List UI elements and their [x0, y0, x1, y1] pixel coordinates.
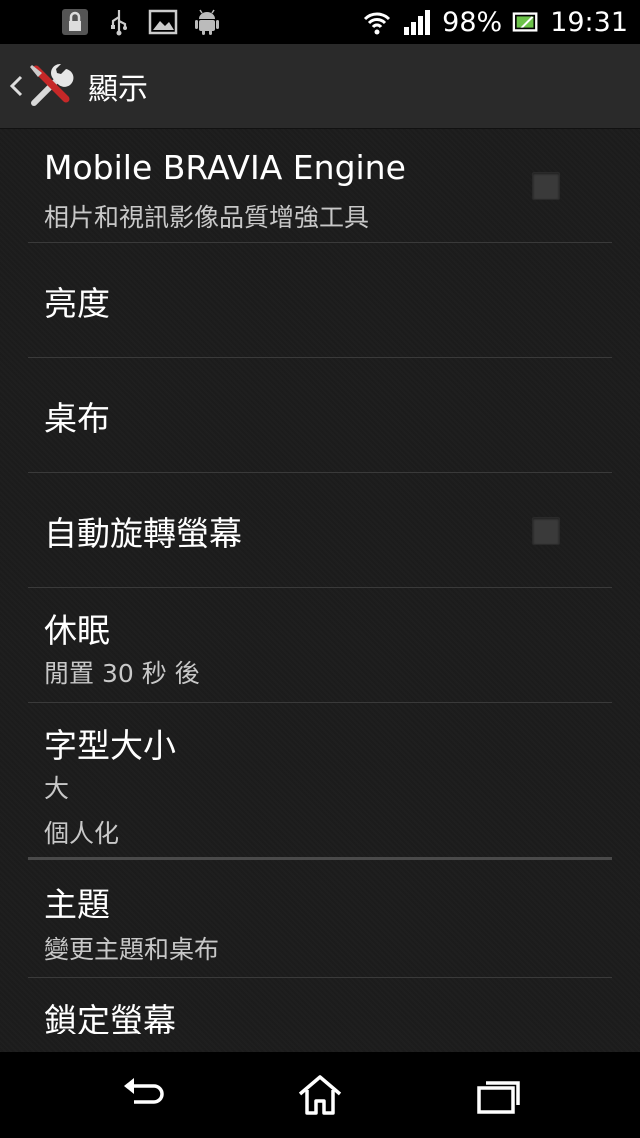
picture-icon	[148, 9, 178, 35]
system-status: 98% 19:31	[362, 7, 640, 38]
setting-summary: 閒置 30 秒 後	[44, 659, 200, 688]
setting-title: 字型大小	[44, 726, 176, 765]
battery-charging-icon	[512, 12, 538, 32]
setting-mobile-bravia-engine[interactable]: Mobile BRAVIA Engine 相片和視訊影像品質增強工具	[28, 128, 612, 243]
section-title: 個人化	[44, 819, 120, 848]
setting-summary: 變更主題和桌布	[44, 935, 220, 964]
setting-title: 亮度	[44, 284, 110, 323]
setting-wallpaper[interactable]: 桌布	[28, 358, 612, 473]
settings-list: Mobile BRAVIA Engine 相片和視訊影像品質增強工具 亮度 桌布…	[28, 128, 612, 1034]
action-bar: 顯示	[0, 44, 640, 129]
setting-title: 桌布	[44, 399, 110, 438]
setting-auto-rotate[interactable]: 自動旋轉螢幕	[28, 473, 612, 588]
settings-screen: 98% 19:31 顯示 Mobile BRAVIA Engine 相片和視訊影…	[0, 0, 640, 1138]
up-chevron-icon[interactable]	[8, 71, 24, 101]
setting-themes[interactable]: 主題 變更主題和桌布	[28, 860, 612, 978]
battery-percent: 98%	[442, 6, 503, 38]
signal-icon	[404, 10, 431, 35]
setting-sleep[interactable]: 休眠 閒置 30 秒 後	[28, 588, 612, 703]
setting-title: 自動旋轉螢幕	[44, 514, 242, 553]
setting-summary: 相片和視訊影像品質增強工具	[44, 203, 370, 232]
recents-icon[interactable]	[474, 1072, 524, 1118]
setting-title: 鎖定螢幕	[44, 1001, 176, 1034]
status-bar: 98% 19:31	[0, 0, 640, 44]
auto-rotate-checkbox[interactable]	[532, 517, 560, 545]
tools-icon[interactable]	[26, 61, 76, 111]
setting-brightness[interactable]: 亮度	[28, 243, 612, 358]
home-icon[interactable]	[295, 1072, 345, 1118]
setting-title: 休眠	[44, 611, 110, 650]
page-title: 顯示	[88, 72, 148, 107]
bravia-checkbox[interactable]	[532, 172, 560, 200]
setting-lock-screen[interactable]: 鎖定螢幕	[28, 978, 612, 1034]
section-header-personalization: 個人化	[28, 808, 612, 860]
notification-icons	[0, 7, 222, 37]
clock: 19:31	[550, 6, 628, 38]
wifi-icon	[364, 12, 391, 35]
navigation-bar	[0, 1052, 640, 1138]
usb-icon	[111, 10, 127, 36]
setting-font-size[interactable]: 字型大小 大	[28, 703, 612, 808]
lock-icon	[62, 9, 88, 35]
setting-summary: 大	[44, 774, 70, 803]
android-icon	[195, 9, 219, 35]
setting-title: 主題	[44, 885, 110, 924]
back-icon[interactable]	[118, 1072, 168, 1118]
setting-title: Mobile BRAVIA Engine	[44, 148, 406, 187]
